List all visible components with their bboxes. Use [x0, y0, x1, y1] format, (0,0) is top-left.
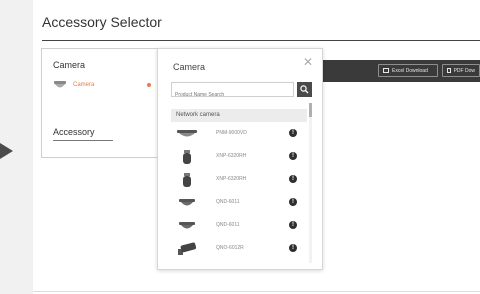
list-item[interactable]: QNO-6012R !: [171, 237, 307, 260]
ptz-camera-icon: [183, 150, 191, 164]
scrollbar-thumb[interactable]: [309, 103, 312, 117]
popup-title: Camera: [173, 62, 206, 72]
product-name: QND-6011: [216, 199, 240, 205]
product-name: QND-6011: [216, 222, 240, 228]
excel-icon: [383, 68, 389, 73]
info-icon[interactable]: !: [289, 244, 297, 252]
list-item[interactable]: XNP-6320RH !: [171, 168, 307, 191]
pdf-icon: [447, 68, 451, 73]
list-item[interactable]: PNM-9000VD !: [171, 122, 307, 145]
left-arrow-indicator: [0, 143, 13, 159]
product-name: QNO-6012R: [216, 245, 244, 251]
list-item[interactable]: QND-6011 !: [171, 191, 307, 214]
excel-download-button[interactable]: Excel Download: [378, 64, 438, 77]
info-icon[interactable]: !: [289, 129, 297, 137]
search-button[interactable]: [297, 82, 312, 97]
camera-list: PNM-9000VD ! XNP-6320RH ! XNP-6320RH ! Q…: [171, 122, 307, 260]
ptz-camera-icon: [183, 173, 191, 187]
page-title: Accessory Selector: [42, 14, 162, 30]
accessory-section-label[interactable]: Accessory: [53, 127, 95, 137]
product-name: XNP-6320RH: [216, 176, 247, 182]
pdf-download-button[interactable]: PDF Dow: [442, 64, 480, 77]
info-icon[interactable]: !: [289, 152, 297, 160]
scrollbar-track[interactable]: [309, 103, 312, 263]
selection-dot: [147, 83, 151, 87]
bullet-camera-icon: [178, 242, 197, 255]
multi-sensor-camera-icon: [177, 130, 197, 137]
info-icon[interactable]: !: [289, 198, 297, 206]
title-divider: [42, 40, 480, 41]
camera-section-label: Camera: [53, 60, 86, 70]
group-header-network-camera: Network camera: [171, 109, 307, 122]
camera-popup: Camera ✕ Network camera PNM-9000VD ! XNP…: [157, 48, 323, 270]
search-icon: [300, 85, 309, 94]
list-item[interactable]: QND-6011 !: [171, 214, 307, 237]
info-icon[interactable]: !: [289, 221, 297, 229]
dome-camera-icon: [179, 222, 195, 229]
product-name: PNM-9000VD: [216, 130, 247, 136]
accessory-underline: [53, 140, 113, 141]
selected-camera-row[interactable]: Camera: [53, 80, 94, 90]
selected-camera-name: Camera: [73, 82, 95, 88]
list-item[interactable]: XNP-6320RH !: [171, 145, 307, 168]
dome-camera-icon: [179, 199, 195, 206]
close-icon[interactable]: ✕: [303, 56, 313, 68]
bottom-divider: [33, 291, 480, 292]
dome-camera-icon: [54, 81, 66, 88]
info-icon[interactable]: !: [289, 175, 297, 183]
product-search-field[interactable]: [171, 82, 294, 102]
product-search-input[interactable]: [172, 88, 293, 102]
product-name: XNP-6320RH: [216, 153, 247, 159]
selection-card: Camera Camera Accessory: [41, 48, 170, 158]
